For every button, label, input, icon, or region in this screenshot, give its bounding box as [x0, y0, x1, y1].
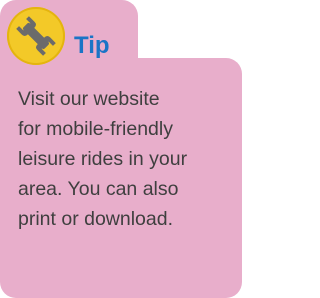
- tip-callout: Tip Visit our website for mobile-friendl…: [0, 0, 242, 298]
- tip-body: Visit our website for mobile-friendly le…: [18, 84, 236, 234]
- tip-body-line: Visit our website: [18, 88, 160, 110]
- tip-badge: [7, 7, 65, 65]
- wrench-icon: [16, 16, 56, 56]
- tip-body-line: for mobile-friendly: [18, 118, 173, 140]
- tip-body-line: area. You can also: [18, 178, 179, 200]
- tip-body-line: print or download.: [18, 208, 174, 230]
- tip-body-line: leisure rides in your: [18, 148, 188, 170]
- tip-title: Tip: [74, 32, 110, 59]
